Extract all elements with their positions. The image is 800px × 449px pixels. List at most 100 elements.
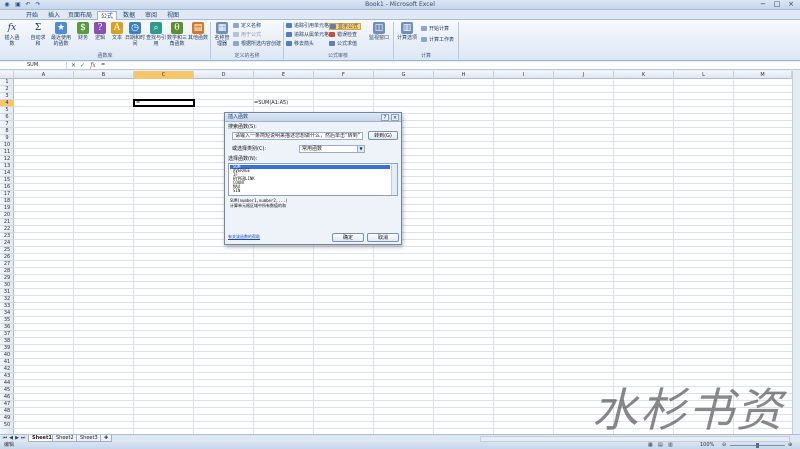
row-header[interactable]: 47 [0,401,14,408]
column-header[interactable]: J [554,71,614,79]
sheet-tab-sheet2[interactable]: Sheet2 [52,435,78,442]
row-header[interactable]: 30 [0,282,14,289]
zoom-slider-handle[interactable] [756,443,759,448]
row-header[interactable]: 20 [0,212,14,219]
tab-page-layout[interactable]: 页面布局 [66,11,94,20]
column-header-selected[interactable]: C [134,71,194,79]
sheet-tab-sheet3[interactable]: Sheet3 [76,435,102,442]
cancel-entry-icon[interactable]: ✕ [70,62,77,69]
calculation-options-button[interactable]: ▥ 计算选项 [396,22,418,50]
more-functions-button[interactable]: ▤ 其他函数 [188,22,208,50]
row-header[interactable]: 39 [0,345,14,352]
function-list[interactable]: SUM AVERAGE IF HYPERLINK COUNT MAX SIN [228,163,398,196]
column-header[interactable]: A [14,71,74,79]
row-header[interactable]: 16 [0,184,14,191]
column-header[interactable]: L [674,71,734,79]
go-button[interactable]: 转到(G) [368,131,398,140]
last-sheet-icon[interactable]: ⏭ [20,435,26,442]
dialog-help-icon[interactable]: ? [381,114,389,121]
page-break-view-icon[interactable]: ▥ [668,442,673,449]
row-header[interactable]: 26 [0,254,14,261]
column-header[interactable]: D [194,71,254,79]
row-header[interactable]: 8 [0,128,14,135]
chevron-down-icon[interactable]: ▼ [357,146,364,152]
function-search-input[interactable]: 请输入一条简短说明来描述您想做什么，然后单击“转到” [232,132,363,140]
category-select[interactable]: 常用函数 ▼ [299,145,365,153]
row-header[interactable]: 23 [0,233,14,240]
tab-review[interactable]: 审阅 [142,11,160,20]
text-button[interactable]: A 文本 [108,22,126,50]
row-header[interactable]: 41 [0,359,14,366]
formula-input[interactable]: = [101,62,791,69]
row-header[interactable]: 25 [0,247,14,254]
recently-used-button[interactable]: ★ 最近使用的函数 [51,22,71,50]
error-checking-button[interactable]: 错误检查 [329,32,357,39]
name-manager-button[interactable]: ▦ 名称管理器 [213,22,231,50]
column-header[interactable]: G [374,71,434,79]
row-header[interactable]: 32 [0,296,14,303]
zoom-level[interactable]: 100% [700,442,714,449]
create-from-selection-button[interactable]: 根据所选内容创建 [233,41,281,48]
column-header[interactable]: M [734,71,792,79]
column-header[interactable]: K [614,71,674,79]
row-header[interactable]: 19 [0,205,14,212]
row-header[interactable]: 29 [0,275,14,282]
ok-button[interactable]: 确定 [332,233,364,242]
autosum-button[interactable]: Σ 自动求和 [29,22,47,50]
function-help-link[interactable]: 有关该函数的帮助 [228,234,260,239]
tab-formulas[interactable]: 公式 [97,11,117,20]
tab-data[interactable]: 数据 [120,11,138,20]
name-box[interactable]: SUM [1,62,67,69]
row-header[interactable]: 42 [0,366,14,373]
row-header[interactable]: 45 [0,387,14,394]
row-header[interactable]: 50 [0,422,14,429]
row-header[interactable]: 36 [0,324,14,331]
tab-home[interactable]: 开始 [22,11,42,20]
row-header[interactable]: 12 [0,156,14,163]
row-header[interactable]: 49 [0,415,14,422]
column-header[interactable]: I [494,71,554,79]
row-header[interactable]: 43 [0,373,14,380]
zoom-in-icon[interactable]: ⊕ [788,442,792,449]
calculate-now-button[interactable]: 开始计算 [421,26,449,33]
insert-function-button[interactable]: fx 插入函数 [3,22,21,50]
date-time-button[interactable]: ◷ 日期和时间 [125,22,145,50]
evaluate-formula-button[interactable]: 公式求值 [329,41,357,48]
row-header[interactable]: 38 [0,338,14,345]
insert-sheet-icon[interactable]: ✚ [100,435,112,442]
row-header[interactable]: 46 [0,394,14,401]
row-header[interactable]: 24 [0,240,14,247]
row-header[interactable]: 21 [0,219,14,226]
select-all-corner[interactable] [0,71,14,79]
row-header[interactable]: 27 [0,261,14,268]
column-header[interactable]: B [74,71,134,79]
watch-window-button[interactable]: ◫ 监视窗口 [368,22,390,50]
row-header-selected[interactable]: 4 [0,100,14,107]
row-header[interactable]: 2 [0,86,14,93]
function-list-item[interactable]: SIN [230,189,390,193]
close-window-button[interactable]: × [784,0,798,9]
confirm-entry-icon[interactable]: ✓ [79,62,86,69]
define-name-button[interactable]: 定义名称 [233,23,261,30]
active-cell[interactable]: = [133,99,195,107]
column-header[interactable]: H [434,71,494,79]
show-formulas-button[interactable]: 显示公式 [329,23,362,30]
normal-view-icon[interactable]: ▦ [648,442,653,449]
row-header[interactable]: 40 [0,352,14,359]
row-header[interactable]: 5 [0,107,14,114]
row-header[interactable]: 13 [0,163,14,170]
row-header[interactable]: 17 [0,191,14,198]
function-list-scrollbar[interactable] [391,164,397,195]
row-header[interactable]: 14 [0,170,14,177]
row-header[interactable]: 9 [0,135,14,142]
use-in-formula-button[interactable]: 用于公式 [233,32,261,39]
row-header[interactable]: 37 [0,331,14,338]
row-header[interactable]: 28 [0,268,14,275]
dialog-title-bar[interactable]: 插入函数 ? × [225,113,401,122]
row-header[interactable]: 31 [0,289,14,296]
row-header[interactable]: 35 [0,317,14,324]
row-header[interactable]: 18 [0,198,14,205]
row-header[interactable]: 34 [0,310,14,317]
zoom-out-icon[interactable]: ⊖ [722,442,726,449]
row-header[interactable]: 11 [0,149,14,156]
